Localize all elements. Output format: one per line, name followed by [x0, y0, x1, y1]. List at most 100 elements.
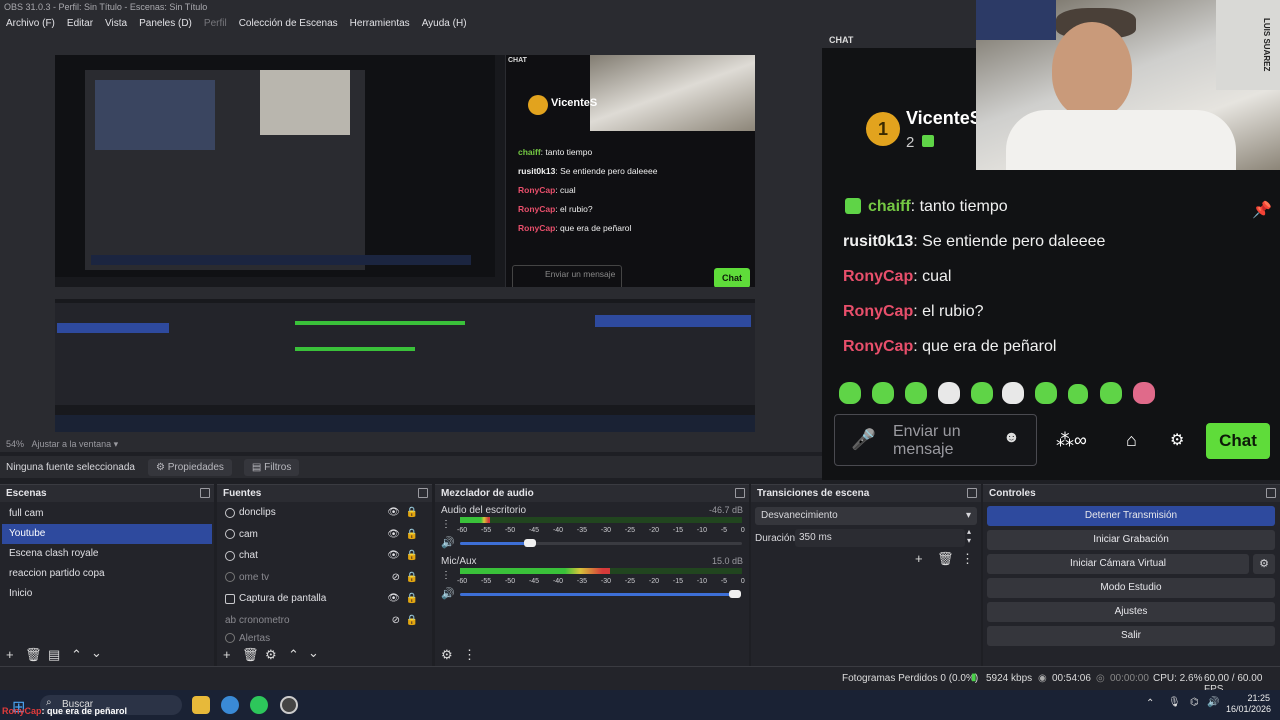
- properties-button[interactable]: ⚙ Propiedades: [148, 458, 232, 476]
- scene-item[interactable]: Escena clash royale: [2, 544, 212, 564]
- studio-mode-button[interactable]: Modo Estudio: [987, 578, 1275, 598]
- source-item[interactable]: donclips 👁 🔒: [217, 502, 432, 524]
- lock-icon[interactable]: 🔒: [406, 615, 418, 626]
- more-icon[interactable]: ⋮: [463, 647, 476, 663]
- volume-icon[interactable]: 🔊: [1207, 697, 1219, 708]
- menu-scene-collection[interactable]: Colección de Escenas: [239, 18, 338, 29]
- zoom-fit-dropdown[interactable]: Ajustar a la ventana: [32, 439, 112, 449]
- transition-select[interactable]: Desvanecimiento ▾: [755, 507, 977, 525]
- preview-canvas[interactable]: CHAT VicenteS chaiff: tanto tiempo rusit…: [55, 55, 755, 432]
- gear-icon[interactable]: ⚙: [265, 647, 277, 663]
- source-item[interactable]: ab cronometro ⊘ 🔒: [217, 610, 432, 632]
- more-icon[interactable]: ⋮: [961, 551, 974, 567]
- store-icon[interactable]: ⌂: [1126, 430, 1137, 451]
- microphone-icon[interactable]: 🎤: [851, 427, 876, 452]
- gear-icon[interactable]: ⚙: [441, 647, 453, 663]
- menu-tools[interactable]: Herramientas: [350, 18, 410, 29]
- gear-icon[interactable]: ⚙: [1253, 554, 1275, 574]
- menu-view[interactable]: Vista: [105, 18, 127, 29]
- undock-icon[interactable]: [1266, 488, 1276, 498]
- chrome-icon[interactable]: [221, 696, 239, 714]
- menu-file[interactable]: Archivo (F): [6, 18, 55, 29]
- undock-icon[interactable]: [200, 488, 210, 498]
- menu-docks[interactable]: Paneles (D): [139, 18, 192, 29]
- more-icon[interactable]: ⋮: [441, 570, 451, 581]
- points-icon[interactable]: ⁂∞: [1056, 430, 1087, 451]
- add-icon[interactable]: +: [6, 647, 14, 662]
- clock[interactable]: 21:25 16/01/2026: [1226, 693, 1271, 715]
- pin-icon[interactable]: 📌: [1252, 200, 1272, 220]
- chat-input[interactable]: 🎤 Enviar un mensaje ☻: [834, 414, 1037, 466]
- source-item[interactable]: chat 👁 🔒: [217, 545, 432, 567]
- chevron-up-icon[interactable]: ⌃: [1146, 698, 1154, 709]
- trash-icon[interactable]: 🗑: [25, 647, 42, 663]
- eye-icon[interactable]: 👁: [387, 507, 400, 518]
- eye-hidden-icon[interactable]: ⊘: [392, 572, 400, 583]
- microphone-icon[interactable]: 🎙: [1168, 697, 1181, 708]
- filter-icon[interactable]: ▤: [48, 647, 60, 663]
- emote-icon[interactable]: [1068, 384, 1088, 404]
- chevron-down-icon[interactable]: ⌄: [91, 645, 102, 661]
- duration-input[interactable]: 350 ms: [795, 529, 965, 547]
- start-virtual-camera-button[interactable]: Iniciar Cámara Virtual: [987, 554, 1249, 574]
- undock-icon[interactable]: [418, 488, 428, 498]
- emote-icon[interactable]: [938, 382, 960, 404]
- lock-icon[interactable]: 🔒: [406, 572, 418, 583]
- undock-icon[interactable]: [967, 488, 977, 498]
- emote-icon[interactable]: [1100, 382, 1122, 404]
- file-explorer-icon[interactable]: [192, 696, 210, 714]
- scene-item[interactable]: Youtube: [2, 524, 212, 544]
- chat-user[interactable]: RonyCap: [843, 338, 913, 355]
- volume-fill[interactable]: [460, 593, 740, 596]
- undock-icon[interactable]: [735, 488, 745, 498]
- volume-slider-knob[interactable]: [729, 590, 741, 598]
- emote-icon[interactable]: [839, 382, 861, 404]
- chat-user[interactable]: RonyCap: [843, 303, 913, 320]
- add-icon[interactable]: +: [223, 647, 231, 662]
- chevron-down-icon[interactable]: ▾: [114, 439, 119, 449]
- chevron-up-icon[interactable]: ⌃: [71, 647, 82, 663]
- more-icon[interactable]: ⋮: [441, 519, 451, 530]
- emote-icon[interactable]: [1002, 382, 1024, 404]
- scene-item[interactable]: full cam: [2, 504, 212, 524]
- start-recording-button[interactable]: Iniciar Grabación: [987, 530, 1275, 550]
- speaker-icon[interactable]: 🔊: [441, 536, 455, 549]
- lock-icon[interactable]: 🔒: [406, 507, 418, 518]
- lock-icon[interactable]: 🔒: [406, 529, 418, 540]
- emoji-icon[interactable]: ☻: [1003, 429, 1020, 447]
- spin-icon[interactable]: ▴ ▾: [967, 527, 971, 545]
- chevron-down-icon[interactable]: ⌄: [308, 645, 319, 661]
- source-item[interactable]: cam 👁 🔒: [217, 524, 432, 546]
- chat-user[interactable]: chaiff: [868, 198, 911, 215]
- emote-icon[interactable]: [1133, 382, 1155, 404]
- gear-icon[interactable]: ⚙: [1170, 430, 1184, 450]
- emote-icon[interactable]: [872, 382, 894, 404]
- menu-profile[interactable]: Perfil: [204, 18, 227, 29]
- exit-button[interactable]: Salir: [987, 626, 1275, 646]
- speaker-icon[interactable]: 🔊: [441, 587, 455, 600]
- settings-button[interactable]: Ajustes: [987, 602, 1275, 622]
- emote-icon[interactable]: [971, 382, 993, 404]
- scene-item[interactable]: reaccion partido copa: [2, 564, 212, 584]
- chat-user[interactable]: RonyCap: [843, 268, 913, 285]
- eye-hidden-icon[interactable]: ⊘: [392, 615, 400, 626]
- add-icon[interactable]: +: [915, 551, 923, 566]
- spotify-icon[interactable]: [250, 696, 268, 714]
- chat-send-button[interactable]: Chat: [1206, 423, 1270, 459]
- menu-help[interactable]: Ayuda (H): [422, 18, 467, 29]
- source-item[interactable]: Alertas: [217, 631, 432, 645]
- chat-user[interactable]: rusit0k13: [843, 233, 913, 250]
- trash-icon[interactable]: 🗑: [937, 551, 954, 567]
- eye-icon[interactable]: 👁: [387, 529, 400, 540]
- source-item[interactable]: ome tv ⊘ 🔒: [217, 567, 432, 589]
- emote-icon[interactable]: [905, 382, 927, 404]
- stop-streaming-button[interactable]: Detener Transmisión: [987, 506, 1275, 526]
- volume-slider-knob[interactable]: [524, 539, 536, 547]
- source-item[interactable]: Captura de pantalla 👁 🔒: [217, 588, 432, 610]
- menu-edit[interactable]: Editar: [67, 18, 93, 29]
- trash-icon[interactable]: 🗑: [242, 647, 259, 663]
- lock-icon[interactable]: 🔒: [406, 593, 418, 604]
- lock-icon[interactable]: 🔒: [406, 550, 418, 561]
- network-icon[interactable]: ⌬: [1190, 697, 1199, 708]
- chevron-up-icon[interactable]: ⌃: [288, 647, 299, 663]
